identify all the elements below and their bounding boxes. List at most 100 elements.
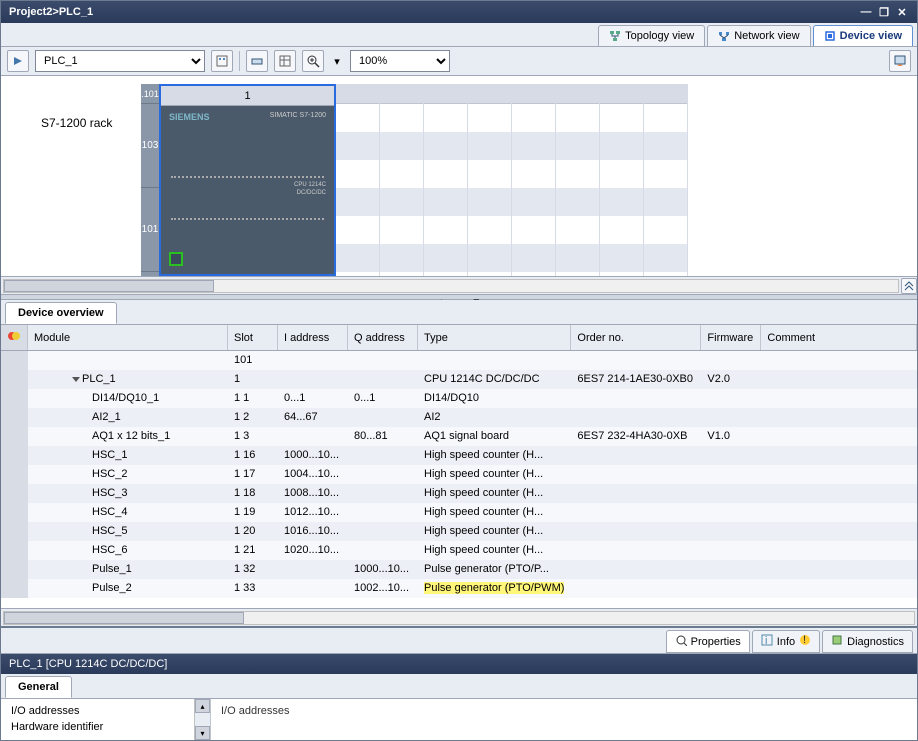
cell-slot[interactable]: 1 2 — [228, 408, 278, 427]
cell-iaddr[interactable]: 1008...10... — [278, 484, 348, 503]
cell-type[interactable]: AI2 — [418, 408, 571, 427]
cell-qaddr[interactable]: 1002...10... — [348, 579, 418, 598]
slot-101-column[interactable]: .101 103 101 — [141, 84, 159, 276]
cell-comment[interactable] — [761, 351, 917, 370]
cell-order[interactable] — [571, 389, 701, 408]
cell-slot[interactable]: 1 32 — [228, 560, 278, 579]
col-type[interactable]: Type — [418, 325, 571, 351]
cell-slot[interactable]: 1 1 — [228, 389, 278, 408]
cell-comment[interactable] — [761, 579, 917, 598]
canvas-hscrollbar[interactable] — [1, 276, 917, 294]
cell-iaddr[interactable] — [278, 370, 348, 389]
row-handle[interactable] — [1, 446, 28, 465]
row-handle[interactable] — [1, 560, 28, 579]
cell-fw[interactable] — [701, 351, 761, 370]
cell-order[interactable] — [571, 522, 701, 541]
cell-fw[interactable] — [701, 389, 761, 408]
cell-comment[interactable] — [761, 503, 917, 522]
cell-fw[interactable] — [701, 503, 761, 522]
table-row[interactable]: AQ1 x 12 bits_11 380...81AQ1 signal boar… — [1, 427, 917, 446]
col-iaddress[interactable]: I address — [278, 325, 348, 351]
cell-slot[interactable]: 1 — [228, 370, 278, 389]
cell-iaddr[interactable]: 1004...10... — [278, 465, 348, 484]
cell-slot[interactable]: 1 16 — [228, 446, 278, 465]
row-handle[interactable] — [1, 522, 28, 541]
property-nav-tree[interactable]: I/O addresses Hardware identifier ▴ ▾ — [1, 699, 211, 740]
cell-order[interactable] — [571, 484, 701, 503]
maximize-canvas-button[interactable] — [901, 278, 917, 294]
cell-module[interactable]: HSC_3 — [28, 484, 228, 503]
table-row[interactable]: HSC_21 171004...10...High speed counter … — [1, 465, 917, 484]
device-dropdown[interactable]: PLC_1 — [35, 50, 205, 72]
empty-slot[interactable] — [600, 84, 644, 276]
cell-slot[interactable]: 1 18 — [228, 484, 278, 503]
cell-module[interactable]: PLC_1 — [28, 370, 228, 389]
table-row[interactable]: 101 — [1, 351, 917, 370]
cell-order[interactable]: 6ES7 214-1AE30-0XB0 — [571, 370, 701, 389]
cell-iaddr[interactable]: 1016...10... — [278, 522, 348, 541]
cell-iaddr[interactable]: 64...67 — [278, 408, 348, 427]
table-row[interactable]: HSC_61 211020...10...High speed counter … — [1, 541, 917, 560]
overview-hscrollbar[interactable] — [1, 608, 917, 626]
empty-slot[interactable] — [424, 84, 468, 276]
cell-qaddr[interactable] — [348, 541, 418, 560]
cell-qaddr[interactable] — [348, 408, 418, 427]
cell-comment[interactable] — [761, 446, 917, 465]
cell-iaddr[interactable] — [278, 427, 348, 446]
cell-type[interactable]: AQ1 signal board — [418, 427, 571, 446]
cell-module[interactable]: Pulse_1 — [28, 560, 228, 579]
cell-comment[interactable] — [761, 370, 917, 389]
cell-type[interactable]: High speed counter (H... — [418, 541, 571, 560]
cell-module[interactable]: HSC_5 — [28, 522, 228, 541]
cell-type[interactable] — [418, 351, 571, 370]
col-order[interactable]: Order no. — [571, 325, 701, 351]
add-device-button[interactable] — [7, 50, 29, 72]
minimize-button[interactable]: — — [859, 5, 873, 19]
cell-order[interactable] — [571, 560, 701, 579]
cell-fw[interactable] — [701, 541, 761, 560]
cell-module[interactable]: HSC_1 — [28, 446, 228, 465]
tab-diagnostics[interactable]: Diagnostics — [822, 630, 913, 653]
cell-slot[interactable]: 1 3 — [228, 427, 278, 446]
cell-type[interactable]: High speed counter (H... — [418, 446, 571, 465]
zoom-in-button[interactable] — [302, 50, 324, 72]
module-catalog-button[interactable] — [211, 50, 233, 72]
cell-iaddr[interactable]: 1020...10... — [278, 541, 348, 560]
cell-fw[interactable] — [701, 579, 761, 598]
table-row[interactable]: HSC_31 181008...10...High speed counter … — [1, 484, 917, 503]
cell-qaddr[interactable]: 0...1 — [348, 389, 418, 408]
cell-qaddr[interactable] — [348, 465, 418, 484]
tab-info[interactable]: i Info ! — [752, 630, 820, 653]
cell-comment[interactable] — [761, 541, 917, 560]
row-handle[interactable] — [1, 389, 28, 408]
device-canvas[interactable]: S7-1200 rack .101 103 101 1 SIEMENS SIMA… — [1, 76, 917, 276]
col-module[interactable]: Module — [28, 325, 228, 351]
cell-iaddr[interactable] — [278, 560, 348, 579]
grid-button[interactable] — [274, 50, 296, 72]
cell-order[interactable] — [571, 465, 701, 484]
table-row[interactable]: DI14/DQ10_11 10...10...1DI14/DQ10 — [1, 389, 917, 408]
table-row[interactable]: HSC_41 191012...10...High speed counter … — [1, 503, 917, 522]
cell-order[interactable] — [571, 503, 701, 522]
col-qaddress[interactable]: Q address — [348, 325, 418, 351]
cell-type[interactable]: High speed counter (H... — [418, 465, 571, 484]
hscroll-thumb[interactable] — [4, 280, 214, 292]
tab-device-overview[interactable]: Device overview — [5, 302, 117, 324]
cell-comment[interactable] — [761, 389, 917, 408]
cell-module[interactable]: HSC_4 — [28, 503, 228, 522]
col-firmware[interactable]: Firmware — [701, 325, 761, 351]
cell-iaddr[interactable]: 1000...10... — [278, 446, 348, 465]
cell-fw[interactable] — [701, 465, 761, 484]
cell-module[interactable]: AI2_1 — [28, 408, 228, 427]
cell-type[interactable]: Pulse generator (PTO/P... — [418, 560, 571, 579]
cell-iaddr[interactable] — [278, 579, 348, 598]
zoom-dropdown-button[interactable]: ▾ — [330, 50, 344, 72]
tab-network-view[interactable]: Network view — [707, 25, 810, 46]
table-row[interactable]: Pulse_11 321000...10...Pulse generator (… — [1, 560, 917, 579]
close-button[interactable]: ✕ — [895, 5, 909, 19]
col-slot[interactable]: Slot — [228, 325, 278, 351]
cell-fw[interactable] — [701, 522, 761, 541]
empty-slot[interactable] — [336, 84, 380, 276]
cell-fw[interactable] — [701, 408, 761, 427]
cell-module[interactable]: DI14/DQ10_1 — [28, 389, 228, 408]
